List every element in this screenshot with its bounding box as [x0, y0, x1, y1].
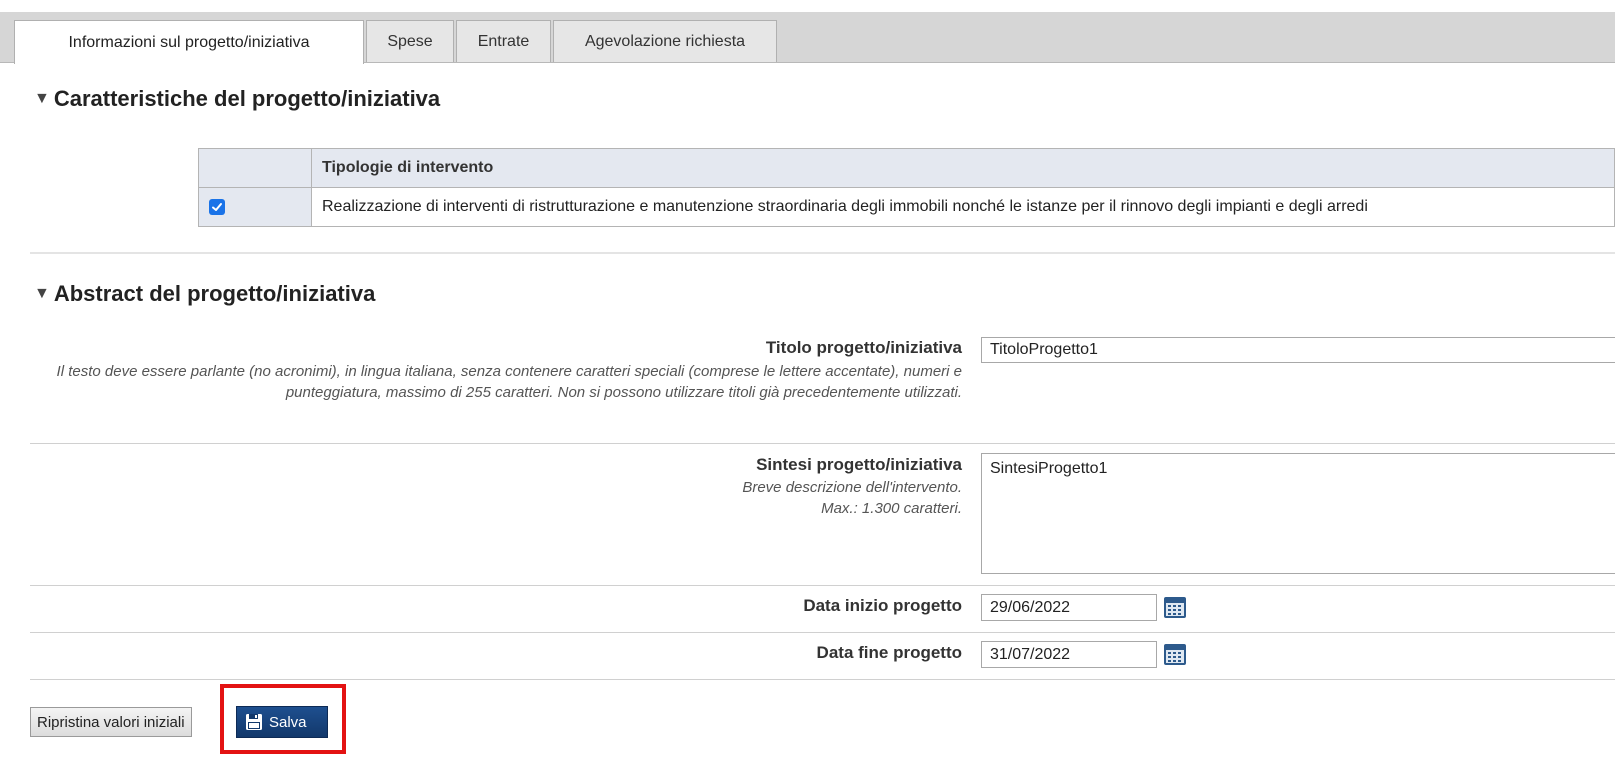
save-button[interactable]: Salva: [236, 706, 328, 738]
tab-entrate[interactable]: Entrate: [456, 20, 551, 62]
section-title: Abstract del progetto/iniziativa: [53, 281, 376, 306]
data-fine-input[interactable]: [981, 641, 1157, 668]
tipologie-table: Tipologie di intervento Realizzazione di…: [198, 148, 1615, 227]
table-cell-checkbox: [198, 187, 312, 227]
triangle-down-icon: ▼: [34, 285, 50, 302]
sintesi-textarea[interactable]: SintesiProgetto1: [981, 453, 1615, 574]
tab-label: Spese: [387, 32, 433, 50]
divider: [30, 632, 1615, 633]
titolo-input[interactable]: [981, 337, 1615, 363]
tab-label: Agevolazione richiesta: [584, 32, 746, 50]
tab-agevolazione[interactable]: Agevolazione richiesta: [553, 20, 777, 62]
tab-spese[interactable]: Spese: [366, 20, 454, 62]
tab-label: Informazioni sul progetto/iniziativa: [68, 33, 310, 51]
tab-label: Entrate: [477, 32, 530, 50]
table-header-checkbox-col: [198, 148, 312, 188]
divider: [30, 443, 1615, 444]
table-header-row: Tipologie di intervento: [198, 148, 1615, 188]
checkmark-icon: [212, 203, 222, 211]
titolo-label: Titolo progetto/iniziativa: [765, 338, 962, 357]
section-title: Caratteristiche del progetto/iniziativa: [53, 86, 441, 111]
titolo-hint: Il testo deve essere parlante (no acroni…: [56, 363, 962, 401]
data-inizio-input[interactable]: [981, 594, 1157, 621]
table-cell-text: Realizzazione di interventi di ristruttu…: [311, 187, 1615, 227]
floppy-disk-icon: [245, 713, 263, 731]
divider: [30, 252, 1615, 254]
sintesi-label: Sintesi progetto/iniziativa: [756, 455, 962, 474]
section-abstract-header[interactable]: ▼ Abstract del progetto/iniziativa: [34, 281, 375, 307]
table-row: Realizzazione di interventi di ristruttu…: [198, 187, 1615, 227]
tab-informazioni[interactable]: Informazioni sul progetto/iniziativa: [14, 20, 364, 64]
divider: [30, 585, 1615, 586]
tab-bar: Informazioni sul progetto/iniziativa Spe…: [0, 12, 1615, 64]
divider: [30, 679, 1615, 680]
triangle-down-icon: ▼: [34, 90, 50, 107]
data-fine-label: Data fine progetto: [816, 643, 962, 662]
calendar-icon[interactable]: [1163, 595, 1187, 619]
sintesi-hint-2: Max.: 1.300 caratteri.: [821, 500, 962, 517]
table-header-tipologie: Tipologie di intervento: [311, 148, 1615, 188]
data-inizio-label: Data inizio progetto: [803, 596, 962, 615]
section-caratteristiche-header[interactable]: ▼ Caratteristiche del progetto/iniziativ…: [34, 86, 440, 112]
sintesi-hint-1: Breve descrizione dell'intervento.: [742, 479, 962, 496]
intervento-checkbox[interactable]: [209, 199, 225, 215]
calendar-icon[interactable]: [1163, 642, 1187, 666]
save-button-label: Salva: [269, 713, 307, 731]
ripristina-button[interactable]: Ripristina valori iniziali: [30, 707, 192, 737]
